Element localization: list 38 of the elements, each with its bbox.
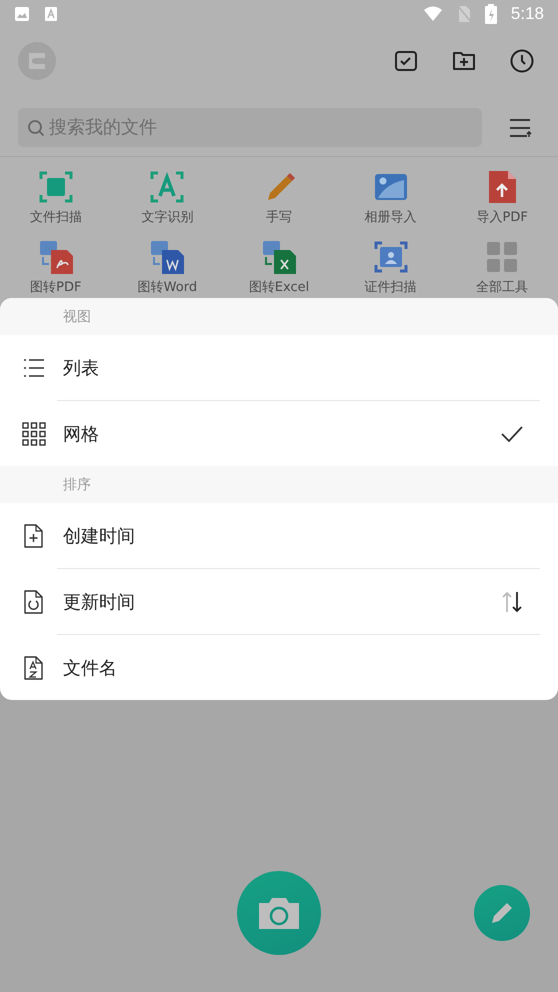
tool-button[interactable]: 文件扫描 (0, 170, 112, 226)
tool-button[interactable]: 文字识别 (112, 170, 224, 226)
logo-icon (18, 42, 56, 80)
tool-button[interactable]: 手写 (223, 170, 335, 226)
image-to-word-icon (150, 240, 184, 274)
scan-icon (38, 170, 73, 204)
image-to-excel-icon (262, 240, 296, 274)
pencil-icon (489, 900, 515, 926)
tool-button[interactable]: 图转Word (112, 240, 224, 296)
search-field[interactable]: 搜索我的文件 (18, 108, 482, 147)
menu-item[interactable]: 列表 (0, 335, 558, 400)
tool-button[interactable]: 全部工具 (446, 240, 558, 296)
grid-icon (485, 240, 520, 274)
grid-icon (22, 422, 46, 446)
battery-icon (484, 4, 497, 24)
menu-item[interactable]: 创建时间 (0, 503, 558, 568)
menu-item[interactable]: 更新时间 (0, 569, 558, 634)
tool-button[interactable]: 图转Excel (223, 240, 335, 296)
menu-item[interactable]: 网格 (0, 401, 558, 466)
image-icon (14, 6, 30, 22)
tool-button[interactable]: 证件扫描 (334, 240, 446, 296)
text-scan-icon (150, 170, 184, 204)
section-title: 排序 (63, 476, 91, 494)
clock-icon[interactable] (510, 48, 534, 72)
section-title: 视图 (63, 308, 91, 326)
tool-button[interactable]: 图转PDF (0, 240, 112, 296)
checkbox-icon[interactable] (394, 48, 418, 72)
image-to-pdf-icon (38, 240, 73, 274)
camera-icon (256, 895, 302, 931)
text-icon (44, 6, 58, 22)
menu-item[interactable]: 文件名 (0, 635, 558, 700)
no-sim-icon (456, 5, 471, 23)
search-icon (27, 119, 45, 137)
clock-time: 5:18 (510, 4, 544, 24)
tool-button[interactable]: 导入PDF (446, 170, 558, 226)
id-card-scan-icon (374, 240, 408, 274)
wifi-icon (422, 6, 443, 22)
tool-button[interactable]: 相册导入 (334, 170, 446, 226)
